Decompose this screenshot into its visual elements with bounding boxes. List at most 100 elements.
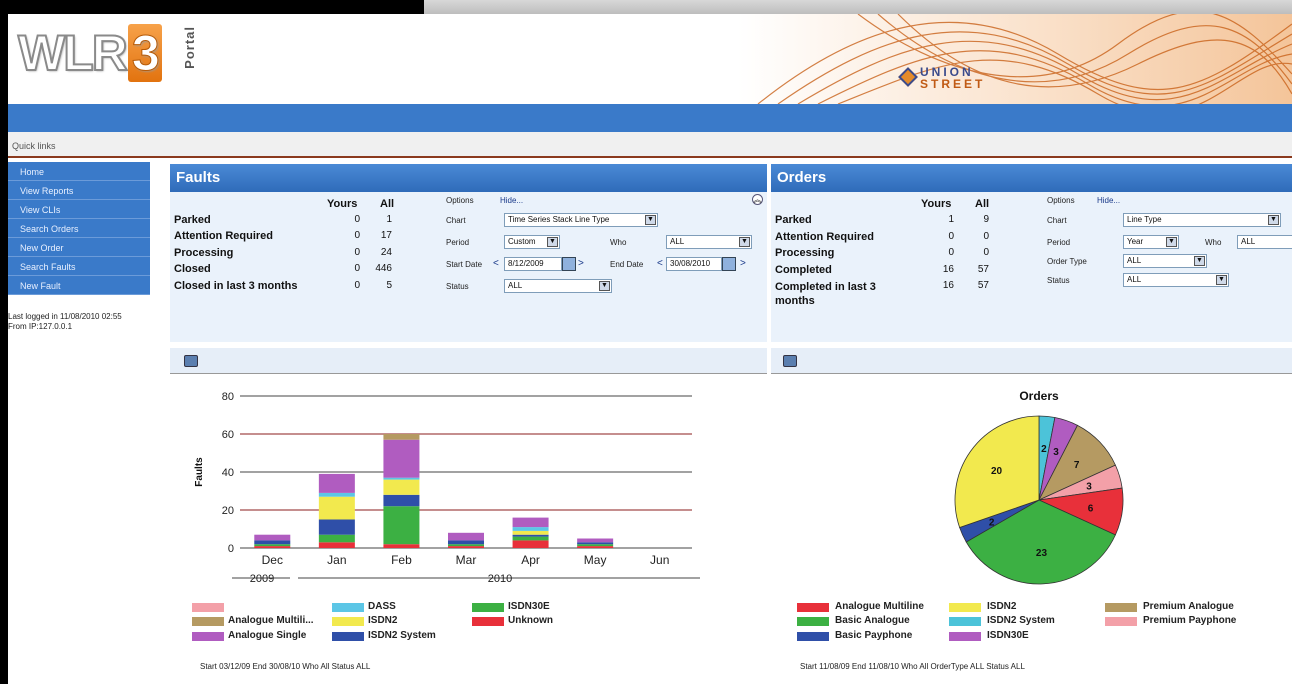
legend-swatch	[1105, 617, 1137, 626]
faults-chart-select[interactable]: Time Series Stack Line Type ▼	[504, 213, 658, 227]
chevron-down-icon: ▼	[599, 281, 610, 291]
calendar-icon[interactable]	[722, 257, 736, 271]
orders-hide-link[interactable]: Hide...	[1097, 196, 1120, 205]
legend-label: ISDN2	[987, 601, 1017, 612]
sidebar-item-new-fault[interactable]: New Fault	[8, 276, 150, 295]
sidebar-item-home[interactable]: Home	[8, 162, 150, 181]
orders-chart-legend: Analogue Multiline Basic Analogue Basic …	[771, 596, 1292, 656]
print-icon[interactable]	[184, 355, 198, 367]
legend-label: Analogue Multili...	[228, 615, 314, 626]
wlr3-logo: WLR 3	[17, 24, 162, 82]
faults-row-all: 1	[386, 214, 392, 225]
chevron-down-icon: ▼	[547, 237, 558, 247]
prev-arrow-icon[interactable]: <	[493, 258, 499, 269]
sidebar-item-view-clis[interactable]: View CLIs	[8, 200, 150, 219]
orders-status-label: Status	[1047, 276, 1070, 285]
bar-segment	[512, 540, 549, 548]
orders-row-yours: 16	[942, 264, 954, 275]
legend-swatch	[949, 632, 981, 641]
bar-segment	[512, 534, 549, 537]
collapse-icon[interactable]: ︽	[752, 194, 763, 205]
bar-segment	[577, 538, 614, 543]
faults-row-yours: 0	[354, 214, 360, 225]
calendar-icon[interactable]	[562, 257, 576, 271]
legend-swatch	[192, 632, 224, 641]
bar-segment	[383, 439, 420, 478]
legend-label: Basic Analogue	[835, 615, 910, 626]
faults-end-date-input[interactable]: 30/08/2010	[666, 257, 722, 271]
bar-segment	[318, 492, 355, 497]
legend-swatch	[332, 632, 364, 641]
legend-swatch	[332, 617, 364, 626]
pie-title: Orders	[1019, 389, 1059, 403]
orders-status-select[interactable]: ALL ▼	[1123, 273, 1229, 287]
orders-row-all: 0	[983, 231, 989, 242]
faults-status-select[interactable]: ALL ▼	[504, 279, 612, 293]
orders-row-label: Completed	[775, 264, 832, 276]
header-swirl-graphic	[738, 14, 1292, 104]
orders-row-yours: 0	[948, 247, 954, 258]
sidebar-item-view-reports[interactable]: View Reports	[8, 181, 150, 200]
orders-chart-select[interactable]: Line Type ▼	[1123, 213, 1281, 227]
faults-row-label: Closed in last 3 months	[174, 280, 298, 292]
x-tick-label: Feb	[391, 553, 412, 567]
chevron-down-icon: ▼	[645, 215, 656, 225]
next-arrow-icon[interactable]: >	[740, 258, 746, 269]
bar-segment	[448, 532, 484, 541]
bar-segment	[512, 527, 549, 531]
year-label: 2009	[250, 573, 274, 585]
sidebar-item-search-orders[interactable]: Search Orders	[8, 219, 150, 238]
prev-arrow-icon[interactable]: <	[657, 258, 663, 269]
legend-label: ISDN2	[368, 615, 398, 626]
legend-swatch	[797, 603, 829, 612]
faults-chart-legend: Analogue Multili... Analogue Single DASS…	[170, 596, 767, 656]
faults-row-label: Closed	[174, 263, 211, 275]
y-tick-label: 0	[228, 543, 234, 555]
quick-links-label[interactable]: Quick links	[12, 141, 56, 151]
bar-segment	[512, 530, 549, 535]
orders-row-yours: 1	[948, 214, 954, 225]
orders-ordertype-select[interactable]: ALL ▼	[1123, 254, 1207, 268]
chevron-down-icon: ▼	[739, 237, 750, 247]
orders-period-select[interactable]: Year ▼	[1123, 235, 1179, 249]
faults-row-yours: 0	[354, 230, 360, 241]
y-axis-label: Faults	[194, 457, 205, 487]
orders-row-all: 57	[977, 264, 989, 275]
bar-segment	[254, 544, 291, 547]
faults-bar-chart: 0 20 40 60 80 Faults Dec Jan Feb Mar Apr May Jun 2009…	[194, 391, 700, 585]
chevron-down-icon: ▼	[1194, 256, 1205, 266]
legend-swatch	[949, 617, 981, 626]
orders-row-label: Completed in last 3 months	[775, 281, 876, 307]
bar-segment	[577, 546, 614, 548]
bar-segment	[254, 540, 291, 545]
faults-start-label: Start Date	[446, 260, 483, 269]
orders-row-all: 0	[983, 247, 989, 258]
print-icon[interactable]	[783, 355, 797, 367]
quick-links-bar[interactable]: Quick links	[8, 132, 1292, 158]
orders-who-select[interactable]: ALL	[1237, 235, 1292, 249]
faults-panel: Faults Yours All Parked 0 1 Attention Re…	[170, 164, 767, 342]
orders-ordertype-label: Order Type	[1047, 257, 1087, 266]
faults-col-all: All	[380, 198, 395, 210]
sidebar-item-new-order[interactable]: New Order	[8, 238, 150, 257]
bar-segment	[254, 534, 291, 541]
orders-chart-footer: Start 11/08/09 End 11/08/10 Who All Orde…	[800, 662, 1025, 671]
faults-who-select[interactable]: ALL ▼	[666, 235, 752, 249]
sidebar-item-search-faults[interactable]: Search Faults	[8, 257, 150, 276]
faults-period-label: Period	[446, 238, 470, 247]
pie-data-label: 2	[1041, 444, 1047, 455]
faults-hide-link[interactable]: Hide...	[500, 196, 523, 205]
portal-logo-text: Portal	[182, 26, 197, 69]
sidebar-nav: Home View Reports View CLIs Search Order…	[8, 162, 150, 295]
legend-label: DASS	[368, 601, 396, 612]
orders-pie-chart: Orders2 373623220	[954, 389, 1124, 585]
x-tick-label: Apr	[521, 553, 540, 567]
orders-options-label: Options	[1047, 196, 1075, 205]
faults-start-date-input[interactable]: 8/12/2009	[504, 257, 562, 271]
chevron-down-icon: ▼	[1268, 215, 1279, 225]
bar-segment	[577, 542, 614, 545]
faults-period-select[interactable]: Custom ▼	[504, 235, 560, 249]
chevron-down-icon: ▼	[1216, 275, 1227, 285]
next-arrow-icon[interactable]: >	[578, 258, 584, 269]
x-tick-label: Mar	[456, 553, 477, 567]
